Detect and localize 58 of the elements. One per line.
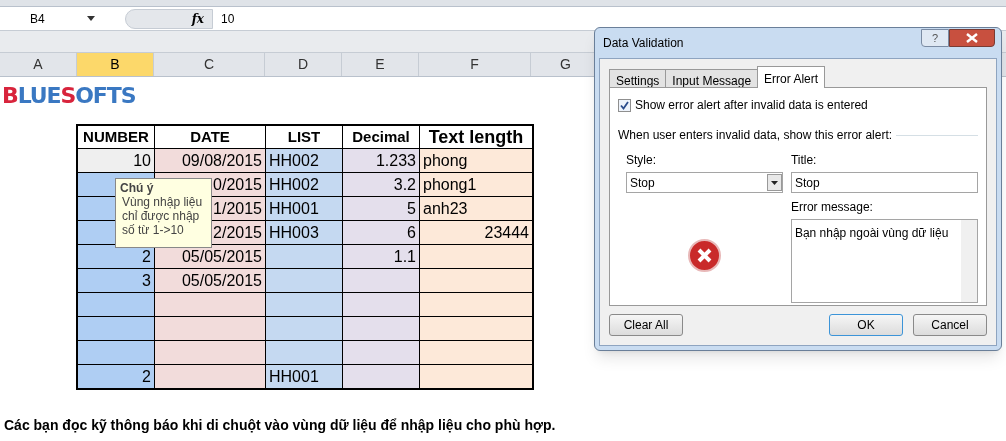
column-header[interactable]: D [265, 53, 342, 76]
table-cell: 2 [78, 245, 155, 268]
table-cell: 3.2 [343, 173, 420, 196]
title-field[interactable]: Stop [790, 172, 978, 193]
dialog-title: Data Validation [603, 35, 685, 52]
column-heading: Decimal [343, 126, 420, 148]
dialog-button[interactable]: OK [829, 314, 903, 336]
column-heading: DATE [155, 126, 266, 148]
formula-value: 10 [221, 10, 235, 28]
close-button[interactable] [949, 29, 995, 47]
scrollbar[interactable] [961, 220, 977, 302]
column-header[interactable]: F [419, 53, 531, 76]
table-cell: 1.233 [343, 149, 420, 172]
table-cell: anh23 [420, 197, 532, 220]
table-cell: phong [420, 149, 532, 172]
table-cell: 05/05/2015 [155, 245, 266, 268]
table-cell: 5 [343, 197, 420, 220]
table-cell: 2 [78, 365, 155, 388]
dialog-button[interactable]: Clear All [609, 314, 683, 336]
table-cell: HH001 [266, 365, 343, 388]
table-cell: HH003 [266, 221, 343, 244]
table-cell: 05/05/2015 [155, 269, 266, 292]
style-label: Style: [626, 152, 657, 169]
table-cell: 6 [343, 221, 420, 244]
table-cell: 3 [78, 269, 155, 292]
logo: BLUESOFTS [2, 83, 136, 109]
table-cell: HH002 [266, 173, 343, 196]
close-icon [966, 33, 978, 43]
help-button[interactable]: ? [921, 29, 949, 47]
caption: Các bạn đọc kỹ thông báo khi di chuột vào vùng dữ liệu để nhập liệu cho phù hợp. [4, 416, 556, 435]
dialog-button[interactable]: Cancel [913, 314, 987, 336]
title-label: Title: [790, 152, 818, 169]
table-cell: HH002 [266, 149, 343, 172]
dialog-tab[interactable]: Error Alert [757, 66, 826, 88]
error-message-field[interactable]: Bạn nhập ngoài vùng dữ liệu [790, 219, 978, 303]
style-dropdown[interactable]: Stop [626, 172, 783, 193]
column-header[interactable]: C [154, 53, 265, 76]
table-cell: 1.1 [343, 245, 420, 268]
tooltip-title: Chú ý [120, 181, 155, 195]
checkbox-label[interactable]: Show error alert after invalid data is entered [635, 96, 868, 114]
caret-icon [87, 16, 95, 21]
column-header[interactable]: E [342, 53, 419, 76]
caret-icon [766, 174, 782, 191]
table-cell: phong1 [420, 173, 532, 196]
error-message-label: Error message: [790, 199, 874, 216]
table-cell: 23444 [420, 221, 532, 244]
fx-label[interactable]: fx [191, 9, 204, 28]
column-header[interactable]: B [77, 53, 154, 76]
section-label: When user enters invalid data, show this error alert: [618, 127, 893, 144]
table-cell: 09/08/2015 [155, 149, 266, 172]
column-heading: Text length [427, 126, 525, 148]
check-icon [620, 100, 629, 110]
checkbox[interactable] [618, 98, 631, 112]
column-heading: NUMBER [78, 126, 155, 148]
table-cell: HH001 [266, 197, 343, 220]
table-cell: 10 [78, 149, 155, 172]
error-icon [687, 238, 721, 272]
column-heading: LIST [266, 126, 343, 148]
